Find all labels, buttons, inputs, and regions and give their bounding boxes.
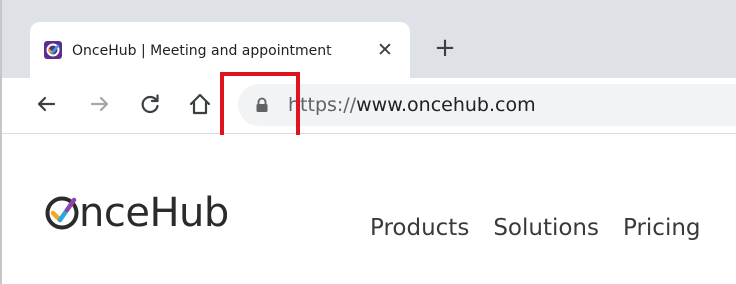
lock-highlight-box <box>220 72 300 139</box>
oncehub-logo-mark-icon <box>45 196 79 230</box>
url-host: www.oncehub.com <box>356 94 536 116</box>
web-page: nceHub Products Solutions Pricing <box>2 135 736 284</box>
nav-link-pricing[interactable]: Pricing <box>623 213 701 243</box>
reload-button[interactable] <box>136 90 164 118</box>
back-arrow-icon <box>37 96 56 112</box>
home-button[interactable] <box>186 90 214 118</box>
browser-tab[interactable]: OnceHub | Meeting and appointment ✕ <box>30 22 410 78</box>
browser-window: OnceHub | Meeting and appointment ✕ + ht… <box>0 0 736 284</box>
tab-close-button[interactable]: ✕ <box>374 39 396 61</box>
forward-button[interactable] <box>86 90 114 118</box>
browser-toolbar: https://www.oncehub.com <box>2 78 736 134</box>
home-icon <box>189 93 211 115</box>
oncehub-logo[interactable]: nceHub <box>44 187 229 239</box>
reload-icon <box>141 94 159 114</box>
new-tab-button[interactable]: + <box>432 35 458 62</box>
forward-arrow-icon <box>90 96 109 112</box>
nav-link-solutions[interactable]: Solutions <box>493 213 599 243</box>
url-text[interactable]: https://www.oncehub.com <box>288 94 536 116</box>
address-bar[interactable]: https://www.oncehub.com <box>238 84 736 126</box>
oncehub-favicon-icon <box>44 41 62 59</box>
site-nav: Products Solutions Pricing <box>370 213 701 243</box>
logo-text: nceHub <box>79 190 229 236</box>
tab-title: OnceHub | Meeting and appointment <box>72 43 332 59</box>
nav-link-products[interactable]: Products <box>370 213 469 243</box>
back-button[interactable] <box>32 90 60 118</box>
tab-strip: OnceHub | Meeting and appointment ✕ + <box>2 0 736 78</box>
